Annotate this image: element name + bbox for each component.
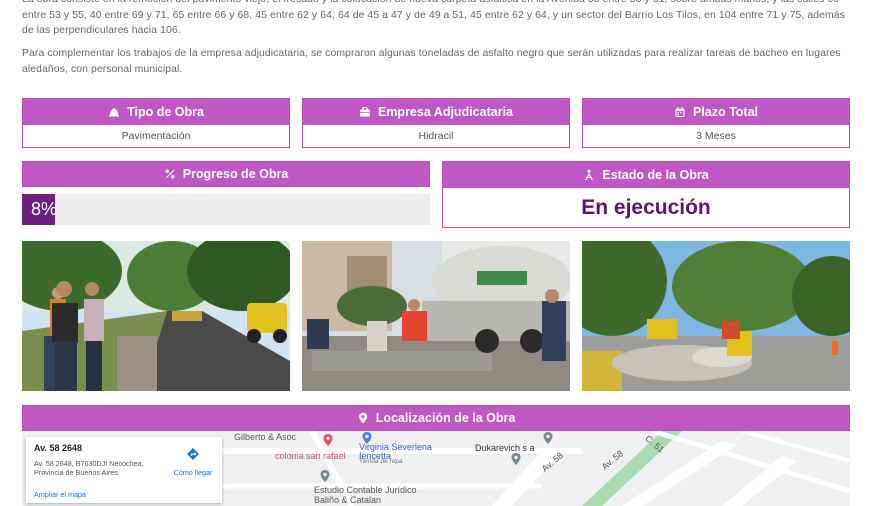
status-value: En ejecución: [581, 196, 711, 219]
hard-hat-icon: [108, 106, 120, 118]
card-progreso-de-obra: Progreso de Obra 8%: [22, 161, 430, 227]
directions-button[interactable]: Cómo llegar: [168, 447, 218, 477]
card-title: Tipo de Obra: [127, 105, 204, 119]
map-pin-grey-1-icon: [511, 452, 521, 465]
description-paragraph-1: La obra consiste en la remoción del pavi…: [22, 0, 845, 37]
photo-workers-street[interactable]: [22, 241, 290, 391]
map-pin-colonia-icon: [323, 433, 333, 446]
map-info-box: Av. 58 2648 Av. 58 2648, B7630DJI Necoch…: [26, 437, 222, 503]
map-label-virginia-sub: Tienda de ropa: [359, 458, 403, 465]
percent-icon: [164, 168, 176, 180]
map-label-estudio-1: Estudio Contable Jurídico: [314, 485, 417, 495]
map-pin-grey-2-icon: [543, 431, 553, 444]
card-title: Empresa Adjudicataria: [377, 105, 513, 119]
progress-label: 8%: [31, 199, 58, 219]
map-info-address: Av. 58 2648, B7630DJI Necochea, Provinci…: [34, 459, 144, 477]
progress-fill: 8%: [22, 194, 58, 225]
card-header: Localización de la Obra: [22, 405, 850, 431]
map-label-gilberto: Gilberto & Asoc: [234, 432, 297, 442]
card-header: Estado de la Obra: [443, 162, 849, 188]
card-value: 3 Meses: [696, 130, 736, 142]
map-embed[interactable]: Gilberto & Asoc colonia san rafael Virgi…: [22, 431, 850, 506]
card-header: Progreso de Obra: [22, 161, 430, 187]
map-label-colonia: colonia san rafael: [275, 451, 346, 461]
calendar-icon: [674, 106, 686, 118]
card-plazo-total: Plazo Total 3 Meses: [582, 98, 850, 148]
card-title: Plazo Total: [692, 105, 759, 119]
enlarge-map-link[interactable]: Ampliar el mapa: [34, 490, 86, 499]
description-paragraph-2: Para complementar los trabajos de la emp…: [22, 48, 841, 75]
map-pin-grey-3-icon: [320, 469, 330, 482]
card-header: Tipo de Obra: [23, 99, 289, 125]
card-header: Plazo Total: [583, 99, 849, 125]
photo-pavement-demolition[interactable]: [582, 241, 850, 391]
map-label-dukarevich: Dukarevich s a: [475, 443, 535, 453]
map-label-estudio-2: Baliño & Catalan: [314, 495, 382, 505]
directions-icon: [186, 447, 200, 461]
progress-bar: 8%: [22, 194, 430, 225]
card-title: Progreso de Obra: [182, 167, 289, 181]
card-title: Localización de la Obra: [375, 411, 516, 425]
briefcase-icon: [359, 106, 371, 118]
card-value: Hidracil: [418, 130, 454, 142]
card-tipo-de-obra: Tipo de Obra Pavimentación: [22, 98, 290, 148]
card-header: Empresa Adjudicataria: [303, 99, 569, 125]
card-localizacion: Localización de la Obra: [22, 405, 850, 431]
photo-concrete-truck[interactable]: [302, 241, 570, 391]
person-construction-icon: [583, 169, 595, 181]
card-value: Pavimentación: [121, 130, 191, 142]
directions-label: Cómo llegar: [173, 468, 213, 477]
card-title: Estado de la Obra: [602, 168, 709, 182]
card-estado-de-la-obra: Estado de la Obra En ejecución: [442, 161, 850, 228]
card-empresa-adjudicataria: Empresa Adjudicataria Hidracil: [302, 98, 570, 148]
map-pin-icon: [357, 412, 369, 424]
